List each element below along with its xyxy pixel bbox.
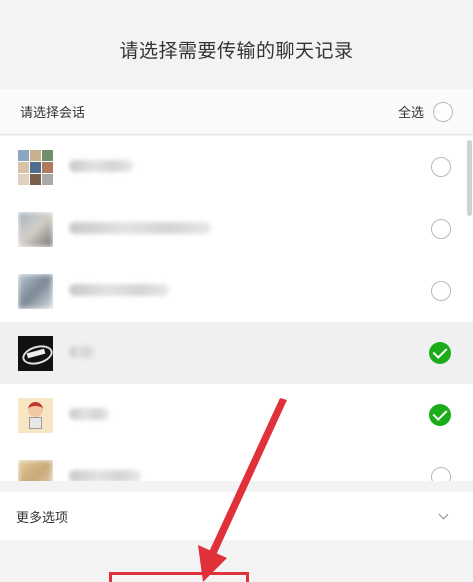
more-options-row[interactable]: 更多选项 bbox=[0, 492, 473, 540]
conversation-checkbox[interactable] bbox=[431, 219, 451, 239]
conversation-name-blurred bbox=[69, 470, 431, 481]
chevron-down-icon[interactable] bbox=[438, 509, 449, 519]
conversation-checked-icon[interactable] bbox=[429, 404, 451, 426]
blurred-avatar bbox=[18, 273, 53, 309]
dialog-title: 请选择需要传输的聊天记录 bbox=[119, 40, 354, 62]
conversation-row[interactable] bbox=[0, 446, 473, 481]
highlighted-confirm-button-outline[interactable] bbox=[109, 572, 249, 582]
conversation-checked-icon[interactable] bbox=[429, 342, 451, 364]
conversation-list[interactable] bbox=[0, 136, 473, 481]
conversation-row[interactable] bbox=[0, 322, 473, 384]
select-header: 请选择会话 全选 bbox=[0, 89, 473, 135]
conversation-checkbox[interactable] bbox=[431, 467, 451, 481]
conversation-row[interactable] bbox=[0, 198, 473, 260]
conversation-name-blurred bbox=[69, 222, 431, 236]
select-all-checkbox[interactable] bbox=[433, 101, 453, 122]
group-grid-avatar bbox=[18, 149, 53, 185]
blurred-avatar bbox=[18, 211, 53, 247]
conversation-name-blurred bbox=[69, 346, 429, 360]
title-bar: 请选择需要传输的聊天记录 bbox=[0, 0, 473, 89]
select-all-label[interactable]: 全选 bbox=[398, 102, 424, 121]
more-options-label: 更多选项 bbox=[16, 510, 69, 526]
select-conversation-label: 请选择会话 bbox=[20, 106, 86, 121]
conversation-row[interactable] bbox=[0, 136, 473, 198]
blurred-avatar bbox=[18, 459, 53, 481]
list-scrollbar[interactable] bbox=[467, 140, 472, 216]
dark-logo-avatar bbox=[18, 335, 53, 371]
conversation-checkbox[interactable] bbox=[431, 157, 451, 177]
conversation-name-blurred bbox=[69, 408, 429, 422]
cartoon-avatar bbox=[18, 397, 53, 433]
conversation-checkbox[interactable] bbox=[431, 281, 451, 301]
conversation-name-blurred bbox=[69, 160, 431, 174]
conversation-name-blurred bbox=[69, 284, 431, 298]
conversation-row[interactable] bbox=[0, 384, 473, 446]
conversation-row[interactable] bbox=[0, 260, 473, 322]
